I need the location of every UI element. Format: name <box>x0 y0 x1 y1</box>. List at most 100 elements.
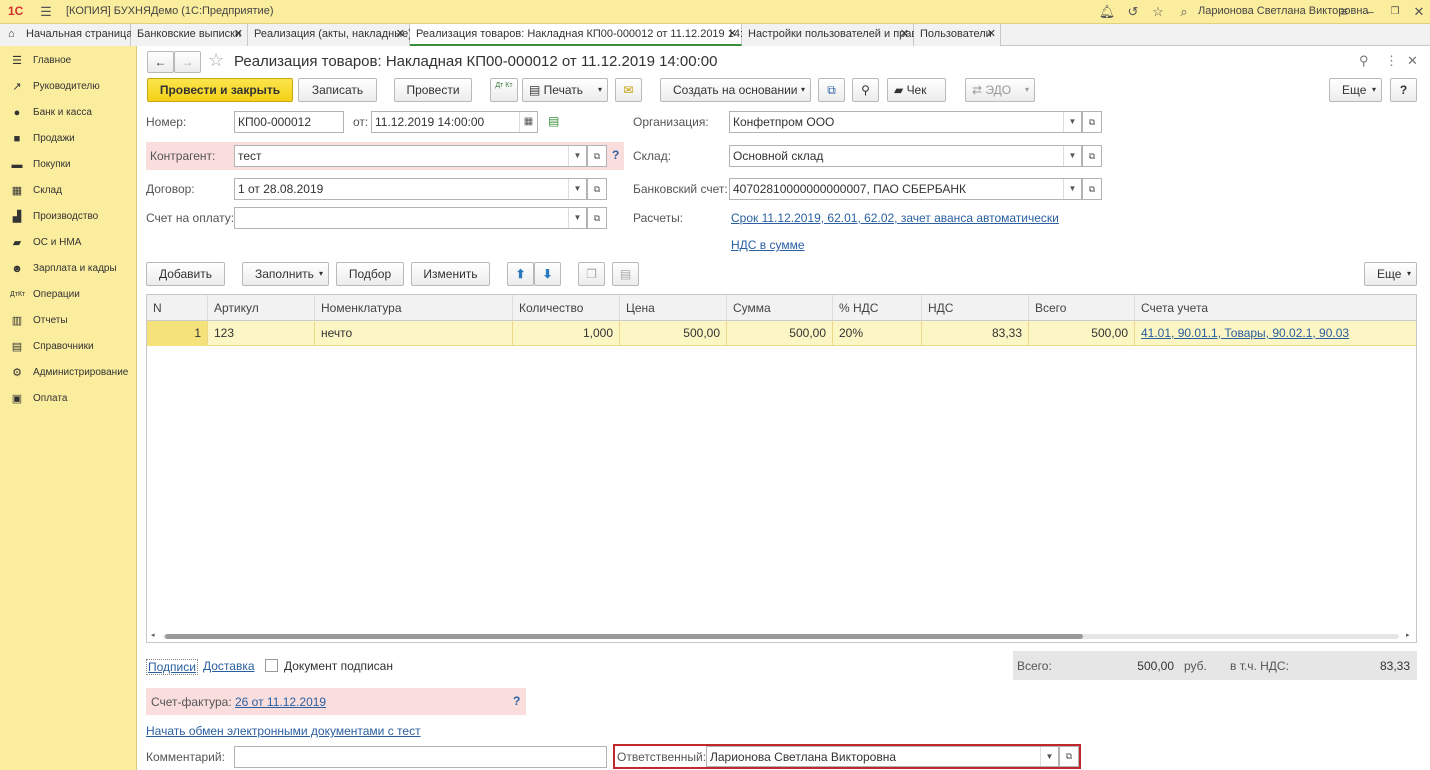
chevron-down-icon[interactable]: ▼ <box>1063 179 1081 199</box>
tab-users[interactable]: Пользователи ✕ <box>914 24 1001 46</box>
calendar-icon[interactable]: ▦ <box>519 112 537 132</box>
sidebar-item-operations[interactable]: ДтКт Операции <box>0 282 137 308</box>
chevron-down-icon[interactable]: ▼ <box>1040 747 1058 766</box>
paste-rows-button[interactable]: ▤ <box>612 262 639 286</box>
tab-home[interactable]: ⌂ Начальная страница <box>0 24 132 46</box>
number-field[interactable]: КП00-000012 <box>234 111 344 133</box>
move-down-button[interactable]: ⬇ <box>534 262 561 286</box>
minimize-icon[interactable]: – <box>1361 3 1379 21</box>
cell-accounts-link[interactable]: 41.01, 90.01.1, Товары, 90.02.1, 90.03 <box>1135 321 1416 346</box>
search-icon[interactable]: ⌕ <box>1175 3 1193 21</box>
sidebar-item-catalogs[interactable]: ▤ Справочники <box>0 334 137 360</box>
bell-icon[interactable]: 🔔︎ <box>1098 3 1116 21</box>
open-counterparty-button[interactable]: ⧉ <box>587 145 607 167</box>
create-based-on-button[interactable]: Создать на основании ▾ <box>660 78 811 102</box>
scroll-right-icon[interactable]: ▸ <box>1406 631 1410 639</box>
link-icon[interactable]: ⚲ <box>1359 53 1369 69</box>
chevron-down-icon[interactable]: ▼ <box>568 146 586 166</box>
vat-link[interactable]: НДС в сумме <box>731 238 805 252</box>
sidebar-item-production[interactable]: ▟ Производство <box>0 204 137 230</box>
chevron-down-icon[interactable]: ▼ <box>568 179 586 199</box>
edo-exchange-link[interactable]: Начать обмен электронными документами с … <box>146 724 421 738</box>
column-header-total[interactable]: Всего <box>1029 295 1135 321</box>
tab-bank-statements[interactable]: Банковские выписки ✕ <box>131 24 248 46</box>
cell-quantity[interactable]: 1,000 <box>513 321 620 346</box>
post-and-close-button[interactable]: Провести и закрыть <box>147 78 293 102</box>
horizontal-scrollbar-thumb[interactable] <box>165 634 1083 639</box>
sidebar-item-warehouse[interactable]: ▦ Склад <box>0 178 137 204</box>
sidebar-item-fixed-assets[interactable]: ▰ ОС и НМА <box>0 230 137 256</box>
history-icon[interactable]: ↺ <box>1124 3 1142 21</box>
fill-button[interactable]: Заполнить ▾ <box>242 262 329 286</box>
sidebar-item-reports[interactable]: ▥ Отчеты <box>0 308 137 334</box>
cell-article[interactable]: 123 <box>208 321 315 346</box>
open-responsible-button[interactable]: ⧉ <box>1059 746 1079 767</box>
column-header-article[interactable]: Артикул <box>208 295 315 321</box>
open-bank-account-button[interactable]: ⧉ <box>1082 178 1102 200</box>
invoice-payment-field[interactable]: ▼ <box>234 207 587 229</box>
table-more-button[interactable]: Еще ▾ <box>1364 262 1417 286</box>
close-form-icon[interactable]: ✕ <box>1407 53 1418 69</box>
tax-invoice-link[interactable]: 26 от 11.12.2019 <box>235 695 326 709</box>
back-button[interactable]: ← <box>147 51 174 73</box>
tab-sales-document[interactable]: Реализация товаров: Накладная КП00-00001… <box>410 24 771 46</box>
column-header-n[interactable]: N <box>147 295 208 321</box>
contract-field[interactable]: 1 от 28.08.2019 ▼ <box>234 178 587 200</box>
check-button[interactable]: ▰ Чек <box>887 78 946 102</box>
cell-sum[interactable]: 500,00 <box>727 321 833 346</box>
close-window-icon[interactable]: ✕ <box>1410 3 1428 21</box>
column-header-quantity[interactable]: Количество <box>513 295 620 321</box>
counterparty-help[interactable]: ? <box>612 148 619 162</box>
delivery-link[interactable]: Доставка <box>203 659 255 673</box>
close-tab-icon[interactable]: ✕ <box>728 24 737 45</box>
open-invoice-payment-button[interactable]: ⧉ <box>587 207 607 229</box>
counterparty-field[interactable]: тест ▼ <box>234 145 587 167</box>
help-button[interactable]: ? <box>1390 78 1417 102</box>
column-header-accounts[interactable]: Счета учета <box>1135 295 1416 321</box>
star-icon[interactable]: ☆ <box>1149 3 1167 21</box>
settings-menu-icon[interactable]: ≡ <box>1335 3 1353 21</box>
column-header-vat[interactable]: НДС <box>922 295 1029 321</box>
close-tab-icon[interactable]: ✕ <box>900 24 909 45</box>
cell-vat-rate[interactable]: 20% <box>833 321 922 346</box>
sidebar-item-main[interactable]: ☰ Главное <box>0 48 137 74</box>
column-header-item[interactable]: Номенклатура <box>315 295 513 321</box>
open-org-button[interactable]: ⧉ <box>1082 111 1102 133</box>
chevron-down-icon[interactable]: ▼ <box>1063 146 1081 166</box>
chevron-down-icon[interactable]: ▼ <box>568 208 586 228</box>
column-header-sum[interactable]: Сумма <box>727 295 833 321</box>
save-button[interactable]: Записать <box>298 78 377 102</box>
sidebar-item-payroll[interactable]: ☻ Зарплата и кадры <box>0 256 137 282</box>
org-field[interactable]: Конфетпром ООО ▼ <box>729 111 1082 133</box>
menu-icon[interactable]: ☰ <box>37 3 55 21</box>
column-header-price[interactable]: Цена <box>620 295 727 321</box>
invoice-help[interactable]: ? <box>513 694 520 708</box>
settlements-link[interactable]: Срок 11.12.2019, 62.01, 62.02, зачет ава… <box>731 211 1059 225</box>
sidebar-item-purchases[interactable]: ▬ Покупки <box>0 152 137 178</box>
attach-button[interactable]: ⚲ <box>852 78 879 102</box>
add-row-button[interactable]: Добавить <box>146 262 225 286</box>
structure-button[interactable]: ⧉ <box>818 78 845 102</box>
scroll-left-icon[interactable]: ◂ <box>151 631 155 639</box>
chevron-down-icon[interactable]: ▼ <box>1063 112 1081 132</box>
tab-user-settings[interactable]: Настройки пользователей и прав ✕ <box>742 24 917 46</box>
sidebar-item-payment[interactable]: ▣ Оплата <box>0 386 137 412</box>
cell-item[interactable]: нечто <box>315 321 513 346</box>
move-up-button[interactable]: ⬆ <box>507 262 534 286</box>
cell-total[interactable]: 500,00 <box>1029 321 1135 346</box>
warehouse-field[interactable]: Основной склад ▼ <box>729 145 1082 167</box>
responsible-field[interactable]: Ларионова Светлана Викторовна ▼ <box>706 746 1059 767</box>
close-tab-icon[interactable]: ✕ <box>987 24 996 45</box>
copy-rows-button[interactable]: ❐ <box>578 262 605 286</box>
cell-n[interactable]: 1 <box>147 321 208 346</box>
sidebar-item-admin[interactable]: ⚙ Администрирование <box>0 360 137 386</box>
open-warehouse-button[interactable]: ⧉ <box>1082 145 1102 167</box>
select-button[interactable]: Подбор <box>336 262 404 286</box>
change-button[interactable]: Изменить <box>411 262 490 286</box>
post-button[interactable]: Провести <box>394 78 472 102</box>
doc-signed-checkbox[interactable] <box>265 659 278 672</box>
column-header-vat-rate[interactable]: % НДС <box>833 295 922 321</box>
sidebar-item-sales[interactable]: ■ Продажи <box>0 126 137 152</box>
cell-vat[interactable]: 83,33 <box>922 321 1029 346</box>
open-contract-button[interactable]: ⧉ <box>587 178 607 200</box>
